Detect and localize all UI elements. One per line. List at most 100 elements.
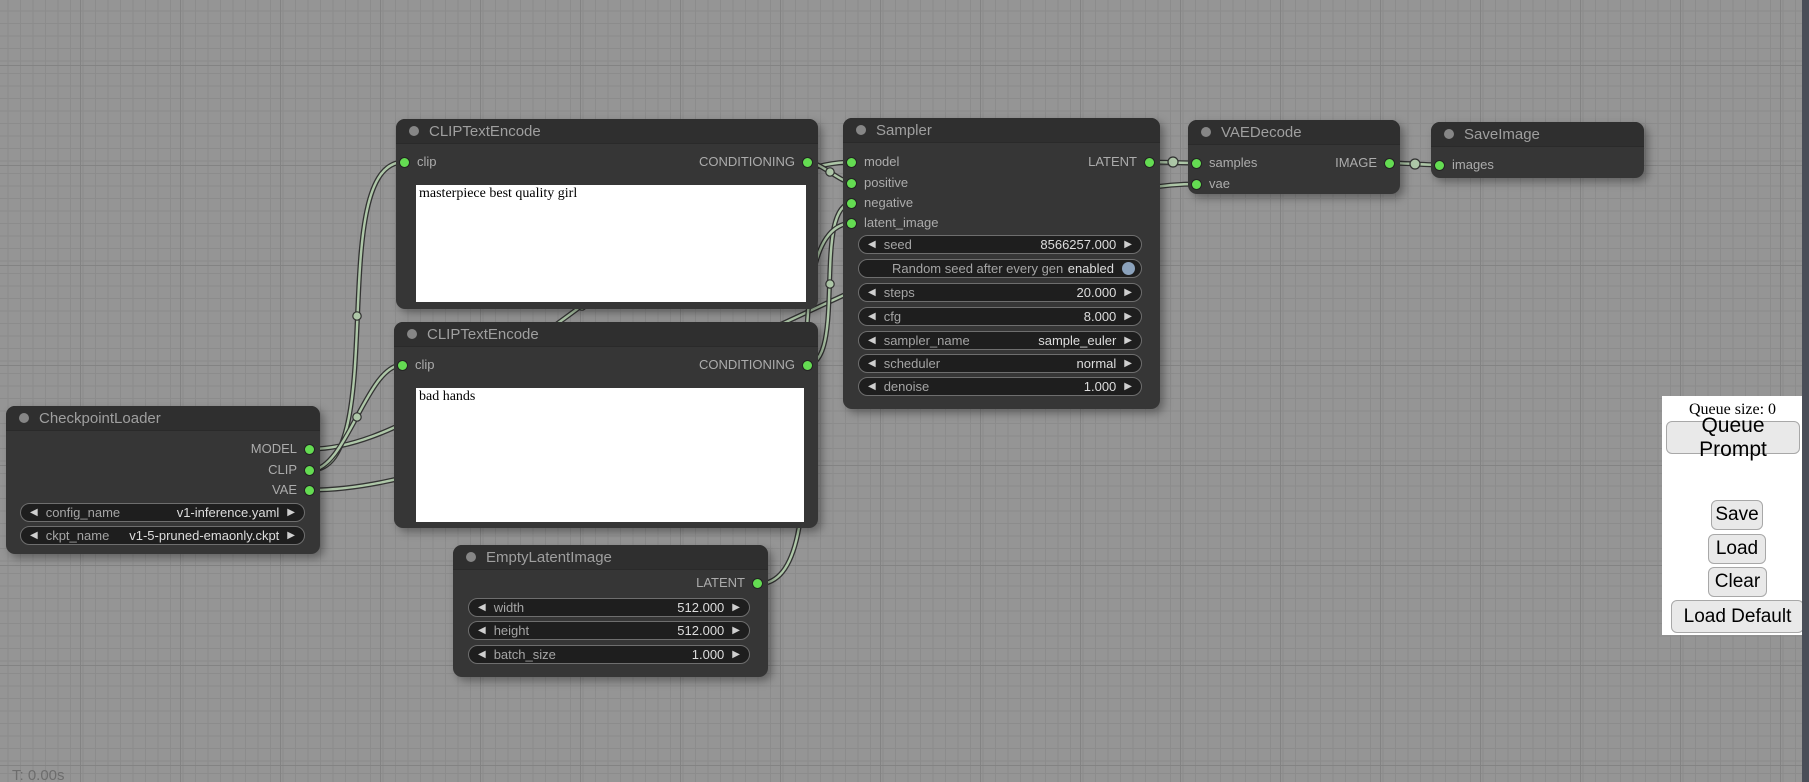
toggle-icon[interactable] [1122,262,1135,275]
increment-arrow-icon[interactable]: ▶ [1124,331,1132,350]
input-slot-positive[interactable]: positive [847,175,908,191]
input-slot-icon[interactable] [847,199,856,208]
slot-label: positive [864,175,908,190]
widget-scheduler[interactable]: ◀ scheduler normal ▶ [858,354,1142,373]
node-title: EmptyLatentImage [486,545,612,569]
increment-arrow-icon[interactable]: ▶ [1124,354,1132,373]
input-slot-clip[interactable]: clip [400,154,437,170]
increment-arrow-icon[interactable]: ▶ [287,503,295,522]
slot-label: vae [1209,176,1230,191]
widget-config-name[interactable]: ◀ config_name v1-inference.yaml ▶ [20,503,305,522]
output-slot-icon[interactable] [803,158,812,167]
node-title-bar[interactable]: CLIPTextEncode [396,119,818,144]
increment-arrow-icon[interactable]: ▶ [732,621,740,640]
node-title-bar[interactable]: CheckpointLoader [6,406,320,431]
decrement-arrow-icon[interactable]: ◀ [30,526,38,545]
widget-random-seed-toggle[interactable]: Random seed after every gen enabled [858,259,1142,278]
widget-cfg[interactable]: ◀ cfg 8.000 ▶ [858,307,1142,326]
widget-width[interactable]: ◀ width 512.000 ▶ [468,598,750,617]
increment-arrow-icon[interactable]: ▶ [1124,283,1132,302]
output-slot-latent[interactable]: LATENT [1088,154,1154,170]
widget-sampler-name[interactable]: ◀ sampler_name sample_euler ▶ [858,331,1142,350]
output-slot-conditioning[interactable]: CONDITIONING [699,357,812,373]
decrement-arrow-icon[interactable]: ◀ [868,331,876,350]
node-save-image[interactable]: SaveImage images [1431,122,1644,178]
widget-value: normal [940,356,1116,371]
output-slot-latent[interactable]: LATENT [696,575,762,591]
input-slot-clip[interactable]: clip [398,357,435,373]
decrement-arrow-icon[interactable]: ◀ [478,621,486,640]
node-title-bar[interactable]: Sampler [843,118,1160,143]
node-clip-text-encode-negative[interactable]: CLIPTextEncode clip CONDITIONING bad han… [394,322,818,528]
node-clip-text-encode-positive[interactable]: CLIPTextEncode clip CONDITIONING masterp… [396,119,818,309]
output-slot-icon[interactable] [305,466,314,475]
save-button[interactable]: Save [1711,500,1763,530]
widget-value: 8566257.000 [912,237,1116,252]
input-slot-icon[interactable] [847,158,856,167]
widget-height[interactable]: ◀ height 512.000 ▶ [468,621,750,640]
widget-seed[interactable]: ◀ seed 8566257.000 ▶ [858,235,1142,254]
output-slot-clip[interactable]: CLIP [268,462,314,478]
node-title-bar[interactable]: CLIPTextEncode [394,322,818,347]
input-slot-latent-image[interactable]: latent_image [847,215,938,231]
increment-arrow-icon[interactable]: ▶ [732,598,740,617]
menu-panel: Queue size: 0 Queue Prompt Save Load Cle… [1662,396,1803,635]
input-slot-model[interactable]: model [847,154,899,170]
decrement-arrow-icon[interactable]: ◀ [868,235,876,254]
slot-label: model [864,154,899,169]
input-slot-negative[interactable]: negative [847,195,913,211]
increment-arrow-icon[interactable]: ▶ [1124,235,1132,254]
decrement-arrow-icon[interactable]: ◀ [868,377,876,396]
decrement-arrow-icon[interactable]: ◀ [478,598,486,617]
input-slot-icon[interactable] [1192,180,1201,189]
input-slot-icon[interactable] [400,158,409,167]
node-graph-canvas[interactable]: CheckpointLoader MODEL CLIP VAE ◀ config… [0,0,1809,782]
decrement-arrow-icon[interactable]: ◀ [868,354,876,373]
input-slot-icon[interactable] [1192,159,1201,168]
widget-steps[interactable]: ◀ steps 20.000 ▶ [858,283,1142,302]
output-slot-vae[interactable]: VAE [272,482,314,498]
decrement-arrow-icon[interactable]: ◀ [868,283,876,302]
load-button[interactable]: Load [1708,534,1766,564]
prompt-textarea[interactable]: masterpiece best quality girl [416,185,806,302]
output-slot-icon[interactable] [753,579,762,588]
output-slot-icon[interactable] [305,445,314,454]
widget-label: Random seed after every gen [892,261,1063,276]
increment-arrow-icon[interactable]: ▶ [1124,307,1132,326]
output-slot-image[interactable]: IMAGE [1335,155,1394,171]
decrement-arrow-icon[interactable]: ◀ [30,503,38,522]
input-slot-icon[interactable] [847,179,856,188]
widget-ckpt-name[interactable]: ◀ ckpt_name v1-5-pruned-emaonly.ckpt ▶ [20,526,305,545]
input-slot-icon[interactable] [1435,161,1444,170]
node-vae-decode[interactable]: VAEDecode samples vae IMAGE [1188,120,1400,194]
node-status-dot-icon [409,126,419,136]
increment-arrow-icon[interactable]: ▶ [1124,377,1132,396]
output-slot-icon[interactable] [1385,159,1394,168]
input-slot-vae[interactable]: vae [1192,176,1230,192]
node-title-bar[interactable]: SaveImage [1431,122,1644,147]
output-slot-icon[interactable] [1145,158,1154,167]
clear-button[interactable]: Clear [1708,567,1767,597]
node-empty-latent-image[interactable]: EmptyLatentImage LATENT ◀ width 512.000 … [453,545,768,677]
increment-arrow-icon[interactable]: ▶ [287,526,295,545]
node-checkpoint-loader[interactable]: CheckpointLoader MODEL CLIP VAE ◀ config… [6,406,320,554]
prompt-textarea[interactable]: bad hands [416,388,804,522]
decrement-arrow-icon[interactable]: ◀ [868,307,876,326]
decrement-arrow-icon[interactable]: ◀ [478,645,486,664]
output-slot-icon[interactable] [803,361,812,370]
load-default-button[interactable]: Load Default [1671,600,1804,633]
queue-prompt-button[interactable]: Queue Prompt [1666,421,1800,454]
input-slot-icon[interactable] [398,361,407,370]
input-slot-samples[interactable]: samples [1192,155,1257,171]
widget-denoise[interactable]: ◀ denoise 1.000 ▶ [858,377,1142,396]
widget-batch-size[interactable]: ◀ batch_size 1.000 ▶ [468,645,750,664]
node-title-bar[interactable]: VAEDecode [1188,120,1400,145]
node-title-bar[interactable]: EmptyLatentImage [453,545,768,570]
input-slot-images[interactable]: images [1435,157,1494,173]
node-sampler[interactable]: Sampler model positive negative latent_i… [843,118,1160,409]
input-slot-icon[interactable] [847,219,856,228]
increment-arrow-icon[interactable]: ▶ [732,645,740,664]
output-slot-model[interactable]: MODEL [251,441,314,457]
output-slot-conditioning[interactable]: CONDITIONING [699,154,812,170]
output-slot-icon[interactable] [305,486,314,495]
